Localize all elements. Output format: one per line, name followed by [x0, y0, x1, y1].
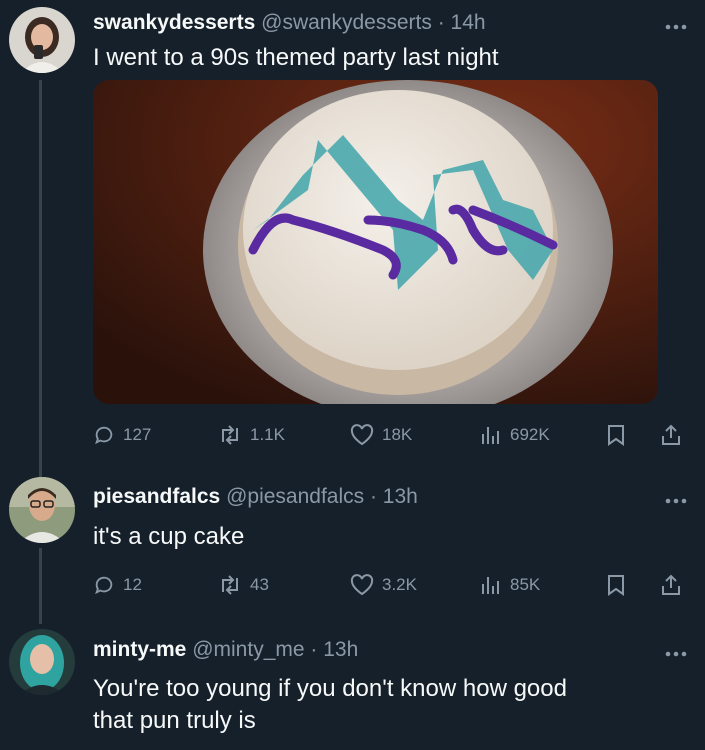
- more-options-icon[interactable]: [665, 18, 687, 30]
- reply-button[interactable]: 12: [93, 570, 142, 600]
- avatar[interactable]: [9, 477, 75, 543]
- cake-photo[interactable]: [93, 80, 658, 404]
- timestamp[interactable]: · 13h: [370, 485, 418, 508]
- tweet[interactable]: piesandfalcs @piesandfalcs · 13h it's a …: [0, 475, 705, 615]
- like-button[interactable]: 18K: [350, 420, 412, 450]
- tweet-header: minty-me @minty_me · 13h: [93, 638, 358, 662]
- user-handle[interactable]: @swankydesserts: [261, 11, 432, 34]
- tweet-header: swankydesserts @swankydesserts · 14h: [93, 11, 486, 35]
- user-handle[interactable]: @minty_me: [192, 638, 304, 661]
- retweet-button[interactable]: 1.1K: [218, 420, 285, 450]
- tweet-header: piesandfalcs @piesandfalcs · 13h: [93, 485, 418, 509]
- bookmark-button[interactable]: [606, 420, 626, 450]
- display-name[interactable]: piesandfalcs: [93, 485, 220, 508]
- bookmark-icon: [608, 425, 624, 446]
- views-icon: [482, 427, 499, 444]
- timestamp[interactable]: · 13h: [310, 638, 358, 661]
- tweet-actions: 127 1.1K 18K 692K: [0, 420, 705, 450]
- reply-button[interactable]: 127: [93, 420, 151, 450]
- share-button[interactable]: [660, 570, 682, 600]
- views-icon: [482, 577, 499, 594]
- reply-icon: [95, 426, 113, 445]
- like-count: 3.2K: [382, 575, 417, 594]
- display-name[interactable]: swankydesserts: [93, 11, 255, 34]
- more-options-icon[interactable]: [665, 645, 687, 657]
- bookmark-button[interactable]: [606, 570, 626, 600]
- display-name[interactable]: minty-me: [93, 638, 186, 661]
- tweet[interactable]: swankydesserts @swankydesserts · 14h I w…: [0, 0, 705, 460]
- views-button[interactable]: 85K: [480, 570, 540, 600]
- share-icon: [662, 574, 680, 595]
- avatar[interactable]: [9, 629, 75, 695]
- share-button[interactable]: [660, 420, 682, 450]
- views-button[interactable]: 692K: [480, 420, 550, 450]
- tweet-actions: 12 43 3.2K 85K: [0, 570, 705, 600]
- views-count: 85K: [510, 575, 541, 594]
- retweet-button[interactable]: 43: [218, 570, 269, 600]
- like-button[interactable]: 3.2K: [350, 570, 417, 600]
- share-icon: [662, 424, 680, 445]
- tweet-text: I went to a 90s themed party last night: [93, 44, 499, 71]
- tweet-text: it's a cup cake: [93, 523, 245, 550]
- heart-icon: [350, 424, 374, 446]
- retweet-icon: [222, 425, 238, 445]
- heart-icon: [350, 574, 374, 596]
- views-count: 692K: [510, 425, 550, 444]
- bookmark-icon: [608, 575, 624, 596]
- avatar[interactable]: [9, 7, 75, 73]
- tweet-text: You're too young if you don't know how g…: [93, 675, 567, 734]
- more-options-icon[interactable]: [665, 492, 687, 504]
- tweet[interactable]: minty-me @minty_me · 13h You're too youn…: [0, 625, 705, 750]
- reply-count: 127: [123, 425, 152, 444]
- retweet-count: 1.1K: [250, 425, 285, 444]
- retweet-count: 43: [250, 575, 269, 594]
- reply-count: 12: [123, 575, 142, 594]
- like-count: 18K: [382, 425, 413, 444]
- reply-icon: [95, 576, 113, 595]
- user-handle[interactable]: @piesandfalcs: [226, 485, 364, 508]
- tweet-thread: swankydesserts @swankydesserts · 14h I w…: [0, 0, 705, 750]
- retweet-icon: [222, 575, 238, 595]
- timestamp[interactable]: · 14h: [438, 11, 486, 34]
